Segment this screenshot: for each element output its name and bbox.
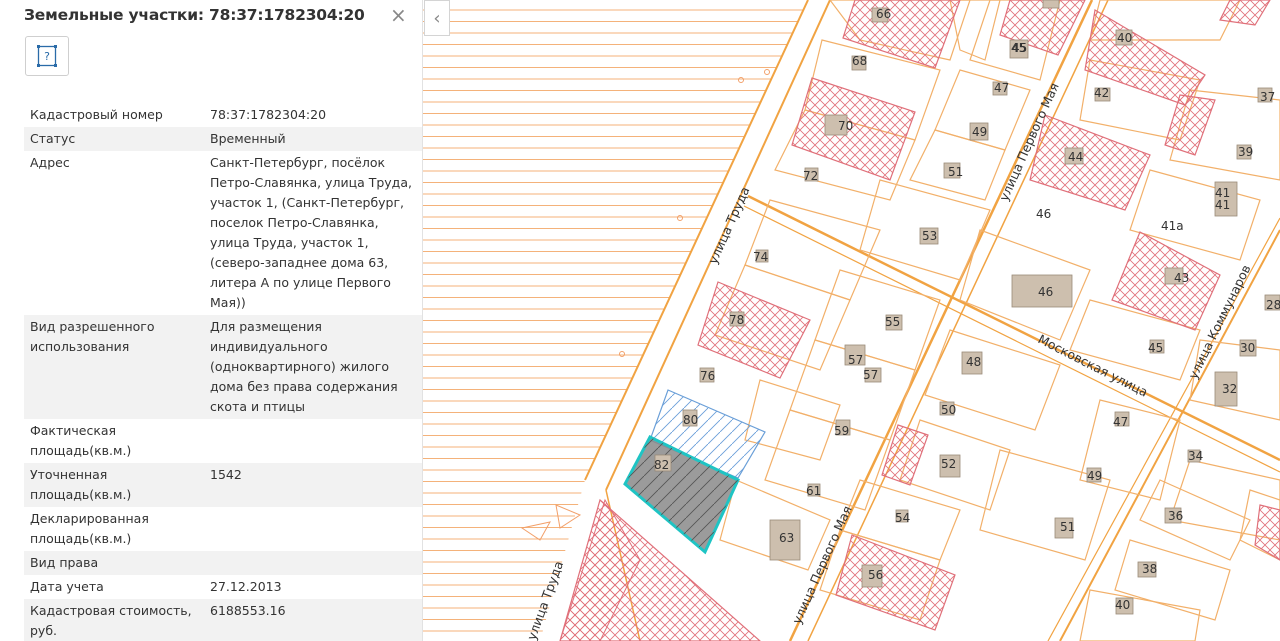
property-row: Дата учета 27.12.2013 <box>24 575 422 599</box>
house-number-label: 76 <box>700 369 715 383</box>
property-value: 6188553.16 <box>210 603 286 618</box>
property-value <box>210 419 422 463</box>
house-number-label: 32 <box>1222 382 1237 396</box>
house-number-label: 66 <box>876 7 891 21</box>
object-info-button[interactable]: ? <box>25 36 69 76</box>
house-number-label: 46 <box>1038 285 1053 299</box>
collapse-panel-button[interactable]: ‹ <box>424 0 450 36</box>
house-number-label: 70 <box>838 119 853 133</box>
property-key: Вид права <box>30 555 99 570</box>
street-label: Московская улица <box>1036 331 1151 399</box>
house-number-label: 78 <box>729 313 744 327</box>
house-number-label: 57 <box>848 353 863 367</box>
panel-title: Земельные участки: 78:37:1782304:20 <box>24 6 365 24</box>
house-number-label: 59 <box>834 424 849 438</box>
property-value: 78:37:1782304:20 <box>210 107 327 122</box>
house-number-label: 38 <box>1142 562 1157 576</box>
question-mark-icon: ? <box>37 45 57 67</box>
house-number-label: 53 <box>922 229 937 243</box>
property-row: Уточненная площадь(кв.м.) 1542 <box>24 463 422 507</box>
property-value: 1542 <box>210 467 242 482</box>
property-key: Фактическая площадь(кв.м.) <box>30 423 132 458</box>
property-key: Статус <box>30 131 76 146</box>
house-number-label: 82 <box>654 458 669 472</box>
house-number-label: 45 <box>1011 41 1026 55</box>
close-icon[interactable]: × <box>390 3 407 27</box>
property-row: Фактическая площадь(кв.м.) <box>24 419 422 463</box>
house-number-label: 41а <box>1161 219 1184 233</box>
house-number-label: 68 <box>852 54 867 68</box>
house-number-label: 40 <box>1117 31 1132 45</box>
house-number-label: 51 <box>1060 520 1075 534</box>
svg-text:?: ? <box>44 50 50 63</box>
house-number-label: 57 <box>863 368 878 382</box>
property-row: Кадастровый номер 78:37:1782304:20 <box>24 103 422 127</box>
house-number-label: 49 <box>972 125 987 139</box>
property-value: Временный <box>210 131 286 146</box>
property-value: 27.12.2013 <box>210 579 282 594</box>
property-value: Для размещения индивидуального (одноквар… <box>210 319 398 414</box>
house-number-label: 50 <box>941 403 956 417</box>
house-number-label: 43 <box>1174 271 1189 285</box>
house-number-label: 49 <box>1087 469 1102 483</box>
property-key: Адрес <box>30 155 70 170</box>
property-key: Декларированная площадь(кв.м.) <box>30 511 149 546</box>
property-row: Кадастровая стоимость, руб. 6188553.16 <box>24 599 422 641</box>
house-number-label: 41 <box>1215 198 1230 212</box>
house-number-label: 47 <box>994 81 1009 95</box>
house-number-label: 45 <box>1148 341 1163 355</box>
property-row: Адрес Санкт-Петербург, посёлок Петро-Слав… <box>24 151 422 315</box>
house-number-label: 55 <box>885 315 900 329</box>
property-table: Кадастровый номер 78:37:1782304:20 Статус В… <box>24 103 422 641</box>
house-number-label: 54 <box>895 511 910 525</box>
property-value: Санкт-Петербург, посёлок Петро-Славянка,… <box>210 155 412 310</box>
property-value <box>210 507 422 551</box>
house-number-label: 39 <box>1238 145 1253 159</box>
house-number-label: 48 <box>966 355 981 369</box>
cadastral-map[interactable]: 66 45 40 68 45 47 42 37 70 49 44 39 72 51 41 41 46 41а 53 7… <box>423 0 1280 641</box>
property-row: Статус Временный <box>24 127 422 151</box>
house-number-label: 63 <box>779 531 794 545</box>
house-number-label: 46 <box>1036 207 1051 221</box>
property-key: Дата учета <box>30 579 104 594</box>
house-number-label: 61 <box>806 484 821 498</box>
house-number-label: 80 <box>683 413 698 427</box>
house-number-label: 28 <box>1266 298 1280 312</box>
house-number-label: 36 <box>1168 509 1183 523</box>
property-key: Уточненная площадь(кв.м.) <box>30 467 132 502</box>
house-number-label: 42 <box>1094 86 1109 100</box>
property-key: Кадастровый номер <box>30 107 163 122</box>
property-key: Вид разрешенного использования <box>30 319 155 354</box>
house-number-label: 44 <box>1068 150 1083 164</box>
property-row: Вид права <box>24 551 422 575</box>
house-number-label: 34 <box>1188 449 1203 463</box>
house-number-label: 47 <box>1113 415 1128 429</box>
house-number-label: 51 <box>948 165 963 179</box>
house-number-label: 56 <box>868 568 883 582</box>
house-number-label: 40 <box>1115 598 1130 612</box>
property-value <box>210 551 422 575</box>
property-row: Вид разрешенного использования Для размещ… <box>24 315 422 419</box>
house-number-label: 52 <box>941 457 956 471</box>
info-panel: Земельные участки: 78:37:1782304:20 × ? … <box>0 0 423 641</box>
property-row: Декларированная площадь(кв.м.) <box>24 507 422 551</box>
house-number-label: 37 <box>1260 90 1275 104</box>
property-key: Кадастровая стоимость, руб. <box>30 603 192 638</box>
house-number-label: 30 <box>1240 341 1255 355</box>
house-number-label: 74 <box>753 250 768 264</box>
house-number-label: 72 <box>803 169 818 183</box>
